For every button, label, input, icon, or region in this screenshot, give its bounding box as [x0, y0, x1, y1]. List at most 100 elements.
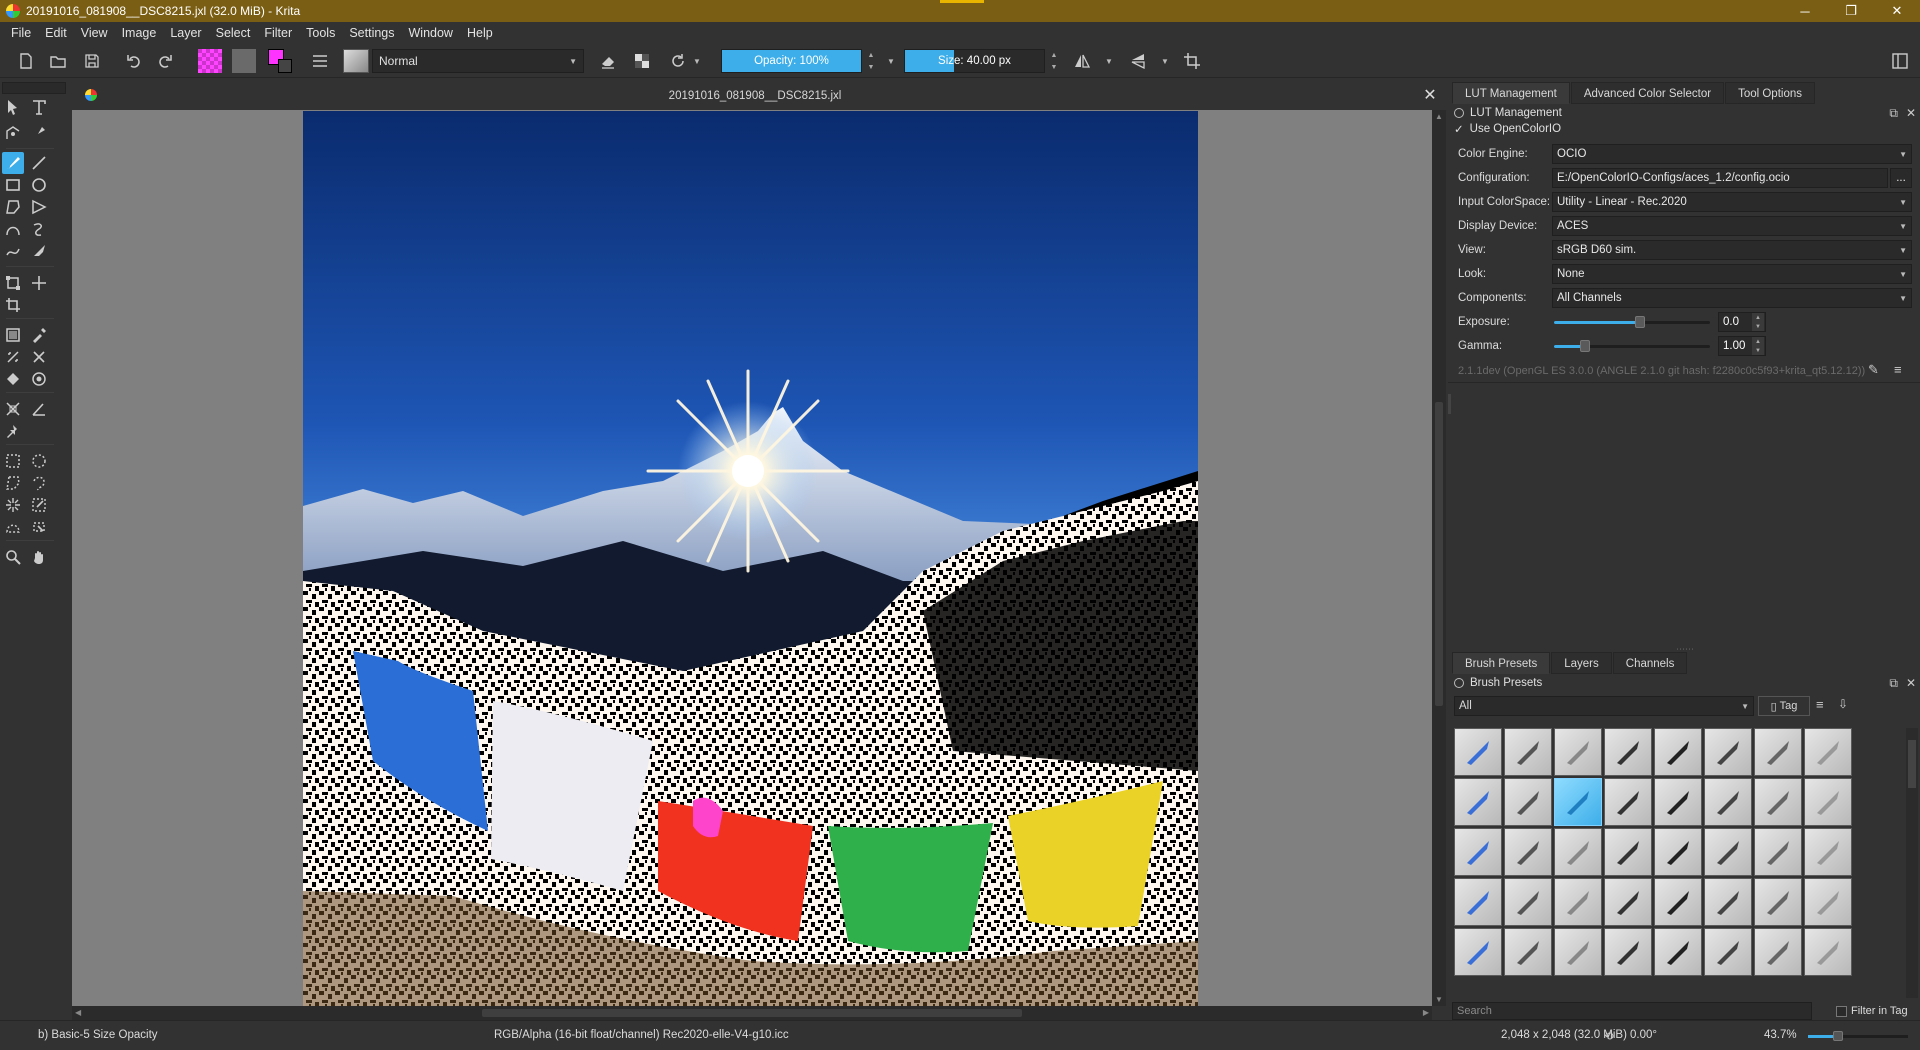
polygon-select-tool-icon[interactable]	[2, 472, 24, 494]
brush-preset-item[interactable]	[1704, 828, 1752, 876]
open-folder-icon[interactable]	[46, 49, 70, 73]
smart-patch-tool-icon[interactable]	[2, 346, 24, 368]
zoom-slider-handle[interactable]	[1833, 1031, 1843, 1041]
brush-preset-item[interactable]	[1504, 828, 1552, 876]
similar-select-tool-icon[interactable]	[28, 494, 50, 516]
move-tool-icon[interactable]	[28, 272, 50, 294]
pattern-swatch[interactable]	[198, 49, 222, 73]
menu-image[interactable]: Image	[115, 26, 164, 40]
brush-preset-item[interactable]	[1504, 778, 1552, 826]
float-docker-icon[interactable]: ⧉	[1889, 676, 1898, 691]
menu-settings[interactable]: Settings	[342, 26, 401, 40]
bezier-select-tool-icon[interactable]	[2, 516, 24, 538]
background-color[interactable]	[278, 59, 292, 73]
display-device-select[interactable]: ACES ▼	[1552, 216, 1912, 236]
color-swatch-pair[interactable]	[268, 49, 296, 73]
opacity-slider[interactable]: Opacity: 100%	[721, 49, 862, 73]
exposure-slider-handle[interactable]	[1634, 316, 1645, 328]
blend-mode-select[interactable]: Normal ▼	[372, 49, 584, 73]
pan-tool-icon[interactable]	[28, 546, 50, 568]
measure-tool-icon[interactable]	[2, 398, 24, 420]
ellipse-select-tool-icon[interactable]	[28, 450, 50, 472]
gradient-tool-icon[interactable]	[2, 324, 24, 346]
fill-tool-icon[interactable]	[2, 368, 24, 390]
rotation-value[interactable]: 0.00°	[1630, 1029, 1657, 1041]
brush-preset-item[interactable]	[1654, 728, 1702, 776]
exposure-spinbox[interactable]: 0.0 ▲ ▼	[1718, 312, 1766, 332]
brush-preset-item[interactable]	[1454, 828, 1502, 876]
mirror-v-dropdown-caret[interactable]: ▼	[1160, 49, 1170, 73]
brush-preset-item[interactable]	[1804, 828, 1852, 876]
brush-preset-item[interactable]	[1504, 728, 1552, 776]
gradient-swatch[interactable]	[232, 49, 256, 73]
maximize-button[interactable]: ❐	[1828, 0, 1874, 22]
gamma-spinbox[interactable]: 1.00 ▲ ▼	[1718, 336, 1766, 356]
reload-dropdown-caret[interactable]: ▼	[692, 49, 702, 73]
list-view-icon[interactable]: ≡	[1816, 697, 1824, 712]
zoom-tool-icon[interactable]	[2, 546, 24, 568]
brush-preset-item[interactable]	[1604, 778, 1652, 826]
brush-search-input[interactable]: Search	[1452, 1002, 1812, 1020]
lock-icon[interactable]	[1454, 678, 1464, 688]
brush-preset-thumbnail[interactable]	[343, 49, 369, 73]
polyline-tool-icon[interactable]	[28, 196, 50, 218]
gamma-slider[interactable]	[1554, 336, 1710, 356]
exposure-spin-arrows[interactable]: ▲ ▼	[1752, 313, 1764, 331]
close-window-button[interactable]: ✕	[1874, 0, 1920, 22]
hamburger-menu-icon[interactable]: ≡	[1894, 362, 1902, 377]
edit-shapes-tool-icon[interactable]	[2, 122, 24, 144]
menu-help[interactable]: Help	[460, 26, 500, 40]
brush-preset-item[interactable]	[1604, 928, 1652, 976]
brush-preset-item[interactable]	[1654, 828, 1702, 876]
vertical-scroll-thumb[interactable]	[1435, 402, 1443, 706]
brush-preset-item[interactable]	[1454, 928, 1502, 976]
scroll-up-arrow[interactable]: ▲	[1435, 112, 1443, 121]
polygon-tool-icon[interactable]	[2, 196, 24, 218]
freehand-path-tool-icon[interactable]	[28, 218, 50, 240]
eraser-icon[interactable]	[596, 49, 620, 73]
canvas-viewport[interactable]	[72, 110, 1432, 1006]
current-brush-status[interactable]: b) Basic-5 Size Opacity	[38, 1029, 158, 1041]
brush-preset-item[interactable]	[1754, 878, 1802, 926]
configuration-path-field[interactable]: E:/OpenColorIO-Configs/aces_1.2/config.o…	[1552, 168, 1888, 188]
brush-preset-item[interactable]	[1554, 778, 1602, 826]
contiguous-select-tool-icon[interactable]	[2, 494, 24, 516]
look-select[interactable]: None ▼	[1552, 264, 1912, 284]
input-colorspace-select[interactable]: Utility - Linear - Rec.2020 ▼	[1552, 192, 1912, 212]
brush-preset-item[interactable]	[1454, 728, 1502, 776]
brush-grid-scrollbar[interactable]	[1906, 728, 1918, 998]
tab-layers[interactable]: Layers	[1551, 652, 1612, 674]
enclose-fill-tool-icon[interactable]	[28, 368, 50, 390]
mirror-h-dropdown-caret[interactable]: ▼	[1104, 49, 1114, 73]
mirror-vertical-icon[interactable]	[1126, 49, 1150, 73]
close-docker-icon[interactable]: ✕	[1906, 106, 1916, 120]
ellipse-tool-icon[interactable]	[28, 174, 50, 196]
new-document-icon[interactable]	[14, 49, 38, 73]
brush-preset-item[interactable]	[1754, 828, 1802, 876]
minimize-button[interactable]: ─	[1782, 0, 1828, 22]
reference-images-tool-icon[interactable]	[2, 420, 24, 442]
opacity-dropdown-caret[interactable]: ▼	[886, 49, 896, 73]
brush-preset-item[interactable]	[1804, 878, 1852, 926]
color-picker-icon[interactable]: ✎	[1868, 362, 1879, 378]
brush-preset-item[interactable]	[1754, 728, 1802, 776]
close-docker-icon[interactable]: ✕	[1906, 676, 1916, 690]
brush-preset-item[interactable]	[1604, 728, 1652, 776]
exposure-slider[interactable]	[1554, 312, 1710, 332]
rect-select-tool-icon[interactable]	[2, 450, 24, 472]
components-select[interactable]: All Channels ▼	[1552, 288, 1912, 308]
menu-file[interactable]: File	[4, 26, 38, 40]
undo-icon[interactable]	[122, 49, 146, 73]
view-select[interactable]: sRGB D60 sim. ▼	[1552, 240, 1912, 260]
mirror-horizontal-icon[interactable]	[1070, 49, 1094, 73]
brush-preset-item[interactable]	[1554, 928, 1602, 976]
menu-select[interactable]: Select	[209, 26, 258, 40]
toolbox-filter-field[interactable]	[2, 82, 66, 94]
browse-config-button[interactable]: ...	[1890, 168, 1912, 188]
select-shapes-tool-icon[interactable]	[2, 96, 24, 118]
brush-preset-item[interactable]	[1804, 928, 1852, 976]
tab-tool-options[interactable]: Tool Options	[1725, 82, 1815, 104]
rectangle-tool-icon[interactable]	[2, 174, 24, 196]
tab-lut-management[interactable]: LUT Management	[1452, 82, 1570, 104]
brush-preset-item[interactable]	[1504, 878, 1552, 926]
